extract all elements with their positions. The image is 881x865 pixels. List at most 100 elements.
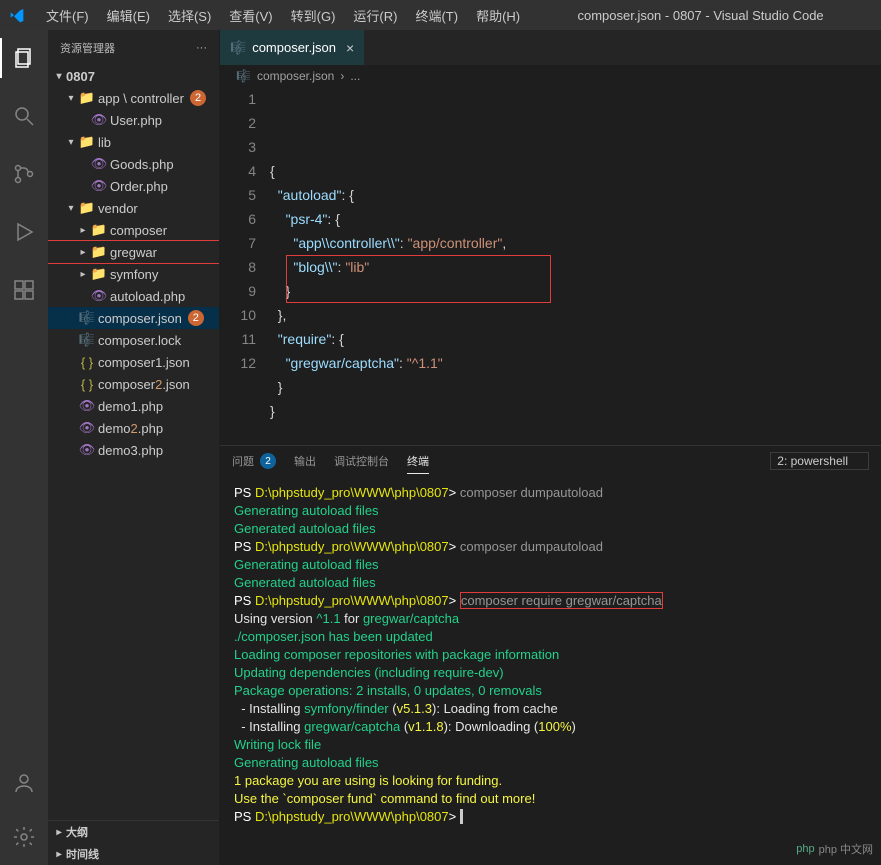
terminal-line: - Installing symfony/finder (v5.1.3): Lo… (234, 700, 867, 718)
menu-item[interactable]: 运行(R) (345, 2, 405, 29)
bottom-panel: 问题 2 输出 调试控制台 终端 2: powershell PS D:\php… (220, 445, 881, 865)
tree-item-label: app \ controller (98, 91, 184, 106)
code-editor[interactable]: 123456789101112 { "autoload": { "psr-4":… (220, 87, 881, 445)
settings-gear-icon[interactable] (0, 817, 48, 857)
menu-bar: 文件(F)编辑(E)选择(S)查看(V)转到(G)运行(R)终端(T)帮助(H) (38, 2, 528, 29)
tree-item-label: autoload.php (110, 289, 185, 304)
file-item[interactable]: { }composer2.json (48, 373, 219, 395)
folder-item[interactable]: ▾📁lib (48, 131, 219, 153)
tree-item-label: symfony (110, 267, 158, 282)
breadcrumb[interactable]: 🎼 composer.json › ... (220, 65, 881, 87)
editor-area: 🎼 composer.json × 🎼 composer.json › ... … (220, 30, 881, 865)
menu-item[interactable]: 查看(V) (221, 2, 280, 29)
tree-item-label: composer.json (98, 311, 182, 326)
php-file-icon: 👁 (90, 112, 108, 128)
terminal-line: PS D:\phpstudy_pro\WWW\php\0807> compose… (234, 538, 867, 556)
terminal-line: ./composer.json has been updated (234, 628, 867, 646)
terminal-line: Generating autoload files (234, 556, 867, 574)
extensions-tab-icon[interactable] (0, 270, 48, 310)
file-item[interactable]: 👁autoload.php (48, 285, 219, 307)
file-item[interactable]: 🎼composer.lock (48, 329, 219, 351)
source-control-tab-icon[interactable] (0, 154, 48, 194)
tree-item-label: lib (98, 135, 111, 150)
activity-bar (0, 30, 48, 865)
git-change-badge: 2 (190, 90, 206, 106)
terminal-line: Generating autoload files (234, 754, 867, 772)
panel-tab-terminal[interactable]: 终端 (407, 449, 429, 474)
folder-item[interactable]: ▾📁app \ controller2 (48, 87, 219, 109)
terminal-line: Generating autoload files (234, 502, 867, 520)
explorer-sidebar: 资源管理器 ··· ▾ 0807 ▾📁app \ controller2👁Use… (48, 30, 220, 865)
explorer-tab-icon[interactable] (0, 38, 48, 78)
folder-item[interactable]: ▸📁gregwar (48, 241, 219, 263)
window-title: composer.json - 0807 - Visual Studio Cod… (528, 8, 873, 23)
run-debug-tab-icon[interactable] (0, 212, 48, 252)
panel-tab-problems[interactable]: 问题 2 (232, 449, 276, 473)
accounts-icon[interactable] (0, 763, 48, 803)
file-item[interactable]: 🎼composer.json2 (48, 307, 219, 329)
file-item[interactable]: { }composer1.json (48, 351, 219, 373)
json-file-icon: { } (78, 355, 96, 370)
menu-item[interactable]: 文件(F) (38, 2, 97, 29)
search-tab-icon[interactable] (0, 96, 48, 136)
terminal-selector[interactable]: 2: powershell (770, 452, 869, 470)
chevron-down-icon: ▾ (64, 137, 78, 148)
terminal-line: Use the `composer fund` command to find … (234, 790, 867, 808)
json-file-icon: { } (78, 377, 96, 392)
chevron-right-icon: ▸ (76, 225, 90, 236)
highlight-require-box (286, 255, 551, 303)
menu-item[interactable]: 转到(G) (283, 2, 344, 29)
menu-item[interactable]: 帮助(H) (468, 2, 528, 29)
terminal-line: PS D:\phpstudy_pro\WWW\php\0807> compose… (234, 484, 867, 502)
tree-item-label: demo2.php (98, 421, 163, 436)
vscode-logo-icon (8, 6, 26, 24)
panel-tab-output[interactable]: 输出 (294, 449, 316, 473)
file-item[interactable]: 👁demo1.php (48, 395, 219, 417)
file-item[interactable]: 👁Order.php (48, 175, 219, 197)
timeline-section[interactable]: ▸时间线 (48, 843, 219, 865)
terminal-line: Loading composer repositories with packa… (234, 646, 867, 664)
tree-item-label: Goods.php (110, 157, 174, 172)
php-file-icon: 👁 (78, 420, 96, 436)
close-icon[interactable]: × (346, 40, 354, 56)
folder-item[interactable]: ▸📁symfony (48, 263, 219, 285)
tree-item-label: composer2.json (98, 377, 190, 392)
code-content[interactable]: { "autoload": { "psr-4": { "app\\control… (270, 87, 881, 445)
terminal-line: Updating dependencies (including require… (234, 664, 867, 682)
folder-icon: 📁 (78, 200, 96, 216)
file-item[interactable]: 👁Goods.php (48, 153, 219, 175)
menu-item[interactable]: 编辑(E) (99, 2, 158, 29)
explorer-header: 资源管理器 ··· (48, 30, 219, 65)
file-item[interactable]: 👁demo3.php (48, 439, 219, 461)
terminal-line: PS D:\phpstudy_pro\WWW\php\0807> (234, 808, 867, 826)
chevron-right-icon: ▸ (76, 269, 90, 280)
file-item[interactable]: 👁demo2.php (48, 417, 219, 439)
folder-icon: 📁 (78, 134, 96, 150)
tree-item-label: demo3.php (98, 443, 163, 458)
folder-item[interactable]: ▸📁composer (48, 219, 219, 241)
folder-icon: 📁 (78, 90, 96, 106)
folder-item[interactable]: ▾📁vendor (48, 197, 219, 219)
chevron-right-icon: › (340, 69, 344, 83)
more-icon[interactable]: ··· (196, 42, 207, 54)
tree-item-label: composer.lock (98, 333, 181, 348)
terminal-line: Package operations: 2 installs, 0 update… (234, 682, 867, 700)
chevron-down-icon: ▾ (52, 71, 66, 82)
tree-item-label: composer1.json (98, 355, 190, 370)
php-file-icon: 👁 (78, 442, 96, 458)
terminal-line: PS D:\phpstudy_pro\WWW\php\0807> compose… (234, 592, 867, 610)
menu-item[interactable]: 终端(T) (407, 2, 466, 29)
terminal-content[interactable]: PS D:\phpstudy_pro\WWW\php\0807> compose… (220, 476, 881, 865)
file-tree[interactable]: ▾📁app \ controller2👁User.php▾📁lib👁Goods.… (48, 87, 219, 820)
root-folder[interactable]: ▾ 0807 (48, 65, 219, 87)
tab-composer-json[interactable]: 🎼 composer.json × (220, 30, 365, 65)
tab-label: composer.json (252, 40, 336, 55)
breadcrumb-more: ... (350, 69, 360, 83)
outline-section[interactable]: ▸大纲 (48, 821, 219, 843)
menu-item[interactable]: 选择(S) (160, 2, 219, 29)
file-item[interactable]: 👁User.php (48, 109, 219, 131)
composer-file-icon: 🎼 (78, 332, 96, 348)
terminal-line: 1 package you are using is looking for f… (234, 772, 867, 790)
panel-tab-debug[interactable]: 调试控制台 (334, 449, 389, 473)
composer-file-icon: 🎼 (230, 40, 246, 56)
